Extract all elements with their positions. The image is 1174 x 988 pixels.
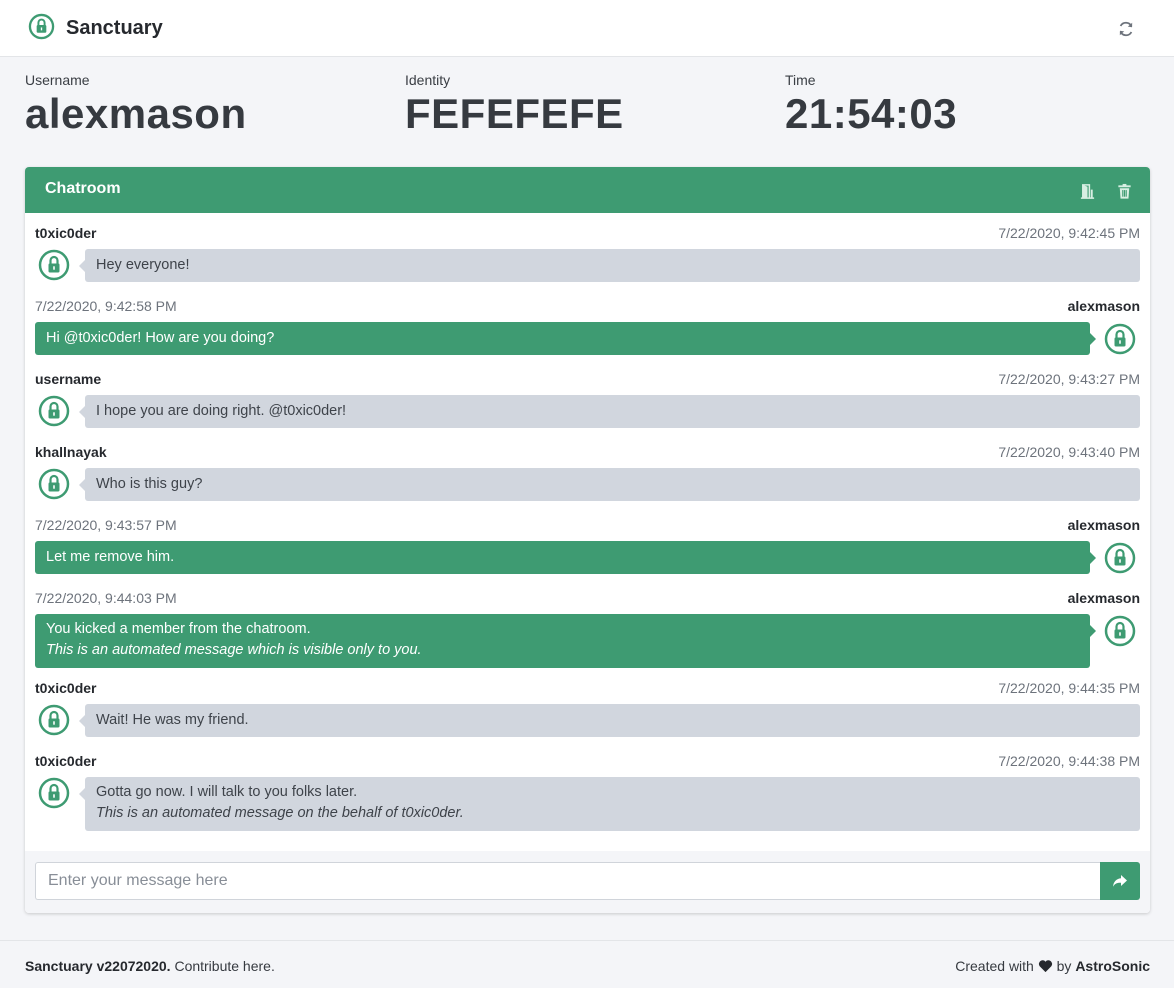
username-label: Username xyxy=(25,72,90,88)
message-text: Gotta go now. I will talk to you folks l… xyxy=(96,784,358,800)
username-stat: Username alexmason xyxy=(25,70,247,138)
heart-icon xyxy=(1038,960,1052,973)
app-title: Sanctuary xyxy=(66,17,163,39)
username-value: alexmason xyxy=(25,90,247,137)
lock-avatar-icon xyxy=(38,777,70,809)
lock-avatar-icon xyxy=(1104,542,1136,574)
chatroom-card: Chatroom t0xic0der 7/22/2020, 9:42:45 PM… xyxy=(25,167,1150,913)
message-timestamp: 7/22/2020, 9:42:58 PM xyxy=(35,298,177,314)
door-icon[interactable] xyxy=(1079,183,1096,200)
message-text: You kicked a member from the chatroom. xyxy=(46,621,311,637)
message-bubble: Wait! He was my friend. xyxy=(79,704,1140,737)
lock-circle-icon xyxy=(28,13,55,40)
message-timestamp: 7/22/2020, 9:43:27 PM xyxy=(998,371,1140,387)
message-timestamp: 7/22/2020, 9:44:35 PM xyxy=(998,680,1140,696)
chat-message: 7/22/2020, 9:43:57 PM alexmason Let me r… xyxy=(35,517,1140,574)
chat-message: t0xic0der 7/22/2020, 9:44:38 PM Gotta go… xyxy=(35,753,1140,831)
send-button[interactable] xyxy=(1100,862,1140,900)
message-bubble: Hey everyone! xyxy=(79,249,1140,282)
created-with-text: Created with xyxy=(955,958,1034,974)
message-bubble: I hope you are doing right. @t0xic0der! xyxy=(79,395,1140,428)
message-timestamp: 7/22/2020, 9:42:45 PM xyxy=(998,225,1140,241)
message-bubble: Hi @t0xic0der! How are you doing? xyxy=(35,322,1096,355)
message-text: Wait! He was my friend. xyxy=(96,712,249,728)
message-note: This is an automated message on the beha… xyxy=(96,805,464,821)
message-sender: t0xic0der xyxy=(35,225,97,241)
chat-message: t0xic0der 7/22/2020, 9:42:45 PM Hey ever… xyxy=(35,225,1140,282)
message-text: Hey everyone! xyxy=(96,257,190,273)
lock-avatar-icon xyxy=(38,395,70,427)
lock-avatar-icon xyxy=(38,249,70,281)
message-timestamp: 7/22/2020, 9:43:40 PM xyxy=(998,444,1140,460)
trash-icon[interactable] xyxy=(1116,183,1133,200)
identity-label: Identity xyxy=(405,72,451,88)
lock-avatar-icon xyxy=(1104,615,1136,647)
chat-message: 7/22/2020, 9:44:03 PM alexmason You kick… xyxy=(35,590,1140,668)
contribute-link[interactable]: Contribute here. xyxy=(171,958,274,974)
top-navbar: Sanctuary xyxy=(0,0,1174,57)
identity-value: FEFEFEFE xyxy=(405,90,624,137)
chat-message: 7/22/2020, 9:42:58 PM alexmason Hi @t0xi… xyxy=(35,298,1140,355)
message-text: I hope you are doing right. @t0xic0der! xyxy=(96,403,347,419)
chat-message: khallnayak 7/22/2020, 9:43:40 PM Who is … xyxy=(35,444,1140,501)
message-text: Let me remove him. xyxy=(46,549,175,565)
message-sender: alexmason xyxy=(1067,517,1140,533)
chatroom-header: Chatroom xyxy=(25,167,1150,213)
lock-avatar-icon xyxy=(38,468,70,500)
version-label: Sanctuary v22072020. xyxy=(25,958,171,974)
message-timestamp: 7/22/2020, 9:43:57 PM xyxy=(35,517,177,533)
chatroom-title: Chatroom xyxy=(45,180,121,197)
chat-message: username 7/22/2020, 9:43:27 PM I hope yo… xyxy=(35,371,1140,428)
time-stat: Time 21:54:03 xyxy=(785,70,957,138)
lock-avatar-icon xyxy=(1104,323,1136,355)
chat-message: t0xic0der 7/22/2020, 9:44:35 PM Wait! He… xyxy=(35,680,1140,737)
message-sender: alexmason xyxy=(1067,298,1140,314)
identity-stat: Identity FEFEFEFE xyxy=(405,70,624,138)
message-bubble: Gotta go now. I will talk to you folks l… xyxy=(79,777,1140,831)
message-text: Hi @t0xic0der! How are you doing? xyxy=(46,330,275,346)
message-bubble: Let me remove him. xyxy=(35,541,1096,574)
message-sender: username xyxy=(35,371,102,387)
message-sender: alexmason xyxy=(1067,590,1140,606)
message-text: Who is this guy? xyxy=(96,476,203,492)
share-arrow-icon xyxy=(1113,875,1127,887)
message-sender: t0xic0der xyxy=(35,753,97,769)
footer: Sanctuary v22072020. Contribute here. Cr… xyxy=(0,940,1174,988)
footer-left: Sanctuary v22072020. Contribute here. xyxy=(25,958,275,974)
footer-right: Created with by AstroSonic xyxy=(955,958,1150,974)
message-bubble: Who is this guy? xyxy=(79,468,1140,501)
message-bubble: You kicked a member from the chatroom. T… xyxy=(35,614,1096,668)
message-sender: t0xic0der xyxy=(35,680,97,696)
by-text: by xyxy=(1052,958,1076,974)
message-sender: khallnayak xyxy=(35,444,107,460)
time-label: Time xyxy=(785,72,816,88)
message-timestamp: 7/22/2020, 9:44:38 PM xyxy=(998,753,1140,769)
refresh-icon[interactable] xyxy=(1116,19,1136,39)
message-timestamp: 7/22/2020, 9:44:03 PM xyxy=(35,590,177,606)
author-link[interactable]: AstroSonic xyxy=(1075,958,1150,974)
time-value: 21:54:03 xyxy=(785,90,958,137)
message-note: This is an automated message which is vi… xyxy=(46,642,422,658)
message-input[interactable] xyxy=(35,862,1101,900)
message-composer xyxy=(25,851,1150,913)
lock-avatar-icon xyxy=(38,704,70,736)
